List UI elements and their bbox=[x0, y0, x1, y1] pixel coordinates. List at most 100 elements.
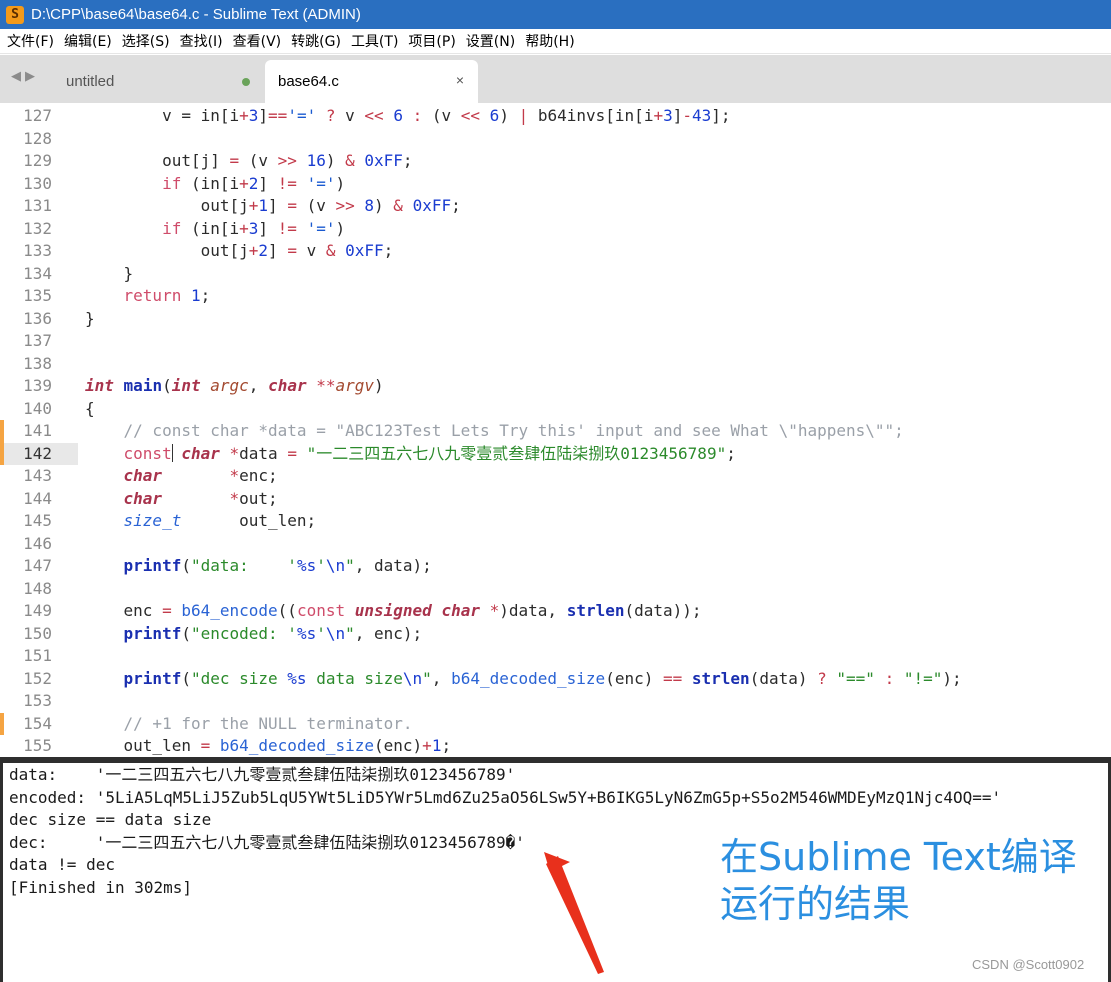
gutter[interactable]: 132 bbox=[0, 218, 78, 241]
code-token: )data, bbox=[499, 601, 567, 620]
tab-forward-icon[interactable]: ▶ bbox=[25, 69, 35, 84]
gutter[interactable]: 131 bbox=[0, 195, 78, 218]
code-line[interactable]: 136} bbox=[0, 308, 1111, 331]
code-line[interactable]: 127 v = in[i+3]=='=' ? v << 6 : (v << 6)… bbox=[0, 105, 1111, 128]
gutter[interactable]: 136 bbox=[0, 308, 78, 331]
menu-goto[interactable]: 转跳(G) bbox=[288, 31, 348, 51]
menu-project[interactable]: 项目(P) bbox=[405, 31, 462, 51]
gutter[interactable]: 149 bbox=[0, 600, 78, 623]
gutter[interactable]: 128 bbox=[0, 128, 78, 151]
gutter[interactable]: 154 bbox=[0, 712, 78, 735]
code-line[interactable]: 141 // const char *data = "ABC123Test Le… bbox=[0, 420, 1111, 443]
code-line[interactable]: 146 bbox=[0, 533, 1111, 556]
code-line[interactable]: 128 bbox=[0, 128, 1111, 151]
gutter[interactable]: 148 bbox=[0, 578, 78, 601]
menu-edit[interactable]: 编辑(E) bbox=[61, 31, 119, 51]
menu-tools[interactable]: 工具(T) bbox=[348, 31, 405, 51]
gutter[interactable]: 127 bbox=[0, 105, 78, 128]
code-text[interactable]: if (in[i+3] != '=') bbox=[85, 218, 345, 241]
code-line[interactable]: 139 int main(int argc, char **argv) bbox=[0, 375, 1111, 398]
menu-selection[interactable]: 选择(S) bbox=[119, 31, 177, 51]
gutter[interactable]: 130 bbox=[0, 173, 78, 196]
code-text[interactable]: { bbox=[85, 398, 95, 421]
code-line[interactable]: 130 if (in[i+2] != '=') bbox=[0, 173, 1111, 196]
code-line[interactable]: 142 const char *data = "一二三四五六七八九零壹贰叁肆伍陆… bbox=[0, 442, 1111, 466]
gutter[interactable]: 138 bbox=[0, 353, 78, 376]
gutter[interactable]: 150 bbox=[0, 623, 78, 646]
code-text[interactable]: int main(int argc, char **argv) bbox=[85, 375, 384, 398]
gutter[interactable]: 152 bbox=[0, 668, 78, 691]
gutter[interactable]: 137 bbox=[0, 330, 78, 353]
code-line[interactable]: 150 printf("encoded: '%s'\n", enc); bbox=[0, 623, 1111, 646]
code-line[interactable]: 137 bbox=[0, 330, 1111, 353]
gutter[interactable]: 133 bbox=[0, 240, 78, 263]
code-line[interactable]: 144 char *out; bbox=[0, 488, 1111, 511]
gutter[interactable]: 153 bbox=[0, 690, 78, 713]
code-text[interactable]: enc = b64_encode((const unsigned char *)… bbox=[85, 600, 702, 623]
code-text[interactable]: // +1 for the NULL terminator. bbox=[85, 713, 413, 736]
code-text[interactable]: printf("data: '%s'\n", data); bbox=[85, 555, 432, 578]
gutter[interactable]: 135 bbox=[0, 285, 78, 308]
code-text[interactable]: // const char *data = "ABC123Test Lets T… bbox=[85, 420, 904, 443]
code-text[interactable]: char *out; bbox=[85, 488, 278, 511]
gutter[interactable]: 144 bbox=[0, 488, 78, 511]
code-line[interactable]: 129 out[j] = (v >> 16) & 0xFF; bbox=[0, 150, 1111, 173]
code-line[interactable]: 154 // +1 for the NULL terminator. bbox=[0, 712, 1111, 736]
gutter[interactable]: 145 bbox=[0, 510, 78, 533]
code-line[interactable]: 153 bbox=[0, 690, 1111, 713]
code-line[interactable]: 134 } bbox=[0, 263, 1111, 286]
code-text[interactable]: v = in[i+3]=='=' ? v << 6 : (v << 6) | b… bbox=[85, 105, 730, 128]
code-text[interactable]: out[j] = (v >> 16) & 0xFF; bbox=[85, 150, 413, 173]
code-text[interactable]: } bbox=[85, 308, 95, 331]
code-text[interactable]: } bbox=[85, 263, 134, 286]
code-text[interactable]: out[j+1] = (v >> 8) & 0xFF; bbox=[85, 195, 461, 218]
code-line[interactable]: 132 if (in[i+3] != '=') bbox=[0, 218, 1111, 241]
gutter[interactable]: 134 bbox=[0, 263, 78, 286]
line-number: 147 bbox=[23, 556, 52, 575]
close-icon[interactable]: × bbox=[456, 72, 464, 88]
code-line[interactable]: 155 out_len = b64_decoded_size(enc)+1; bbox=[0, 735, 1111, 757]
code-editor[interactable]: 127 v = in[i+3]=='=' ? v << 6 : (v << 6)… bbox=[0, 103, 1111, 757]
code-text[interactable]: printf("encoded: '%s'\n", enc); bbox=[85, 623, 423, 646]
code-line[interactable]: 140 { bbox=[0, 398, 1111, 421]
code-token: "dec size bbox=[190, 668, 288, 688]
gutter[interactable]: 147 bbox=[0, 555, 78, 578]
code-line[interactable]: 152 printf("dec size %s data size\n", b6… bbox=[0, 668, 1111, 691]
menu-preferences[interactable]: 设置(N) bbox=[463, 31, 522, 51]
code-text[interactable]: char *enc; bbox=[85, 465, 278, 488]
gutter[interactable]: 143 bbox=[0, 465, 78, 488]
code-line[interactable]: 147 printf("data: '%s'\n", data); bbox=[0, 555, 1111, 578]
menu-file[interactable]: 文件(F) bbox=[4, 31, 61, 51]
code-line[interactable]: 143 char *enc; bbox=[0, 465, 1111, 488]
code-line[interactable]: 148 bbox=[0, 578, 1111, 601]
code-text[interactable]: printf("dec size %s data size\n", b64_de… bbox=[85, 668, 962, 691]
code-text[interactable]: if (in[i+2] != '=') bbox=[85, 173, 345, 196]
menu-view[interactable]: 查看(V) bbox=[230, 31, 289, 51]
gutter[interactable]: 151 bbox=[0, 645, 78, 668]
gutter[interactable]: 139 bbox=[0, 375, 78, 398]
gutter[interactable]: 146 bbox=[0, 533, 78, 556]
gutter[interactable]: 129 bbox=[0, 150, 78, 173]
code-line[interactable]: 131 out[j+1] = (v >> 8) & 0xFF; bbox=[0, 195, 1111, 218]
gutter[interactable]: 155 bbox=[0, 735, 78, 757]
gutter[interactable]: 140 bbox=[0, 398, 78, 421]
code-line[interactable]: 138 bbox=[0, 353, 1111, 376]
gutter[interactable]: 142 bbox=[0, 442, 78, 465]
code-text[interactable]: return 1; bbox=[85, 285, 211, 308]
menu-help[interactable]: 帮助(H) bbox=[522, 31, 581, 51]
code-line[interactable]: 151 bbox=[0, 645, 1111, 668]
code-text[interactable]: out_len = b64_decoded_size(enc)+1; bbox=[85, 735, 452, 757]
code-text[interactable]: size_t out_len; bbox=[85, 510, 317, 533]
code-text[interactable]: out[j+2] = v & 0xFF; bbox=[85, 240, 394, 263]
code-line[interactable]: 149 enc = b64_encode((const unsigned cha… bbox=[0, 600, 1111, 623]
tab-back-icon[interactable]: ◀ bbox=[11, 69, 21, 84]
code-line[interactable]: 145 size_t out_len; bbox=[0, 510, 1111, 533]
tab-untitled[interactable]: untitled bbox=[52, 60, 264, 103]
code-line[interactable]: 133 out[j+2] = v & 0xFF; bbox=[0, 240, 1111, 263]
code-line[interactable]: 135 return 1; bbox=[0, 285, 1111, 308]
gutter[interactable]: 141 bbox=[0, 420, 78, 443]
code-text[interactable]: const char *data = "一二三四五六七八九零壹贰叁肆伍陆柒捌玖0… bbox=[85, 443, 736, 466]
tab-base64-c[interactable]: base64.c × bbox=[265, 60, 478, 103]
menu-find[interactable]: 查找(I) bbox=[177, 31, 230, 51]
